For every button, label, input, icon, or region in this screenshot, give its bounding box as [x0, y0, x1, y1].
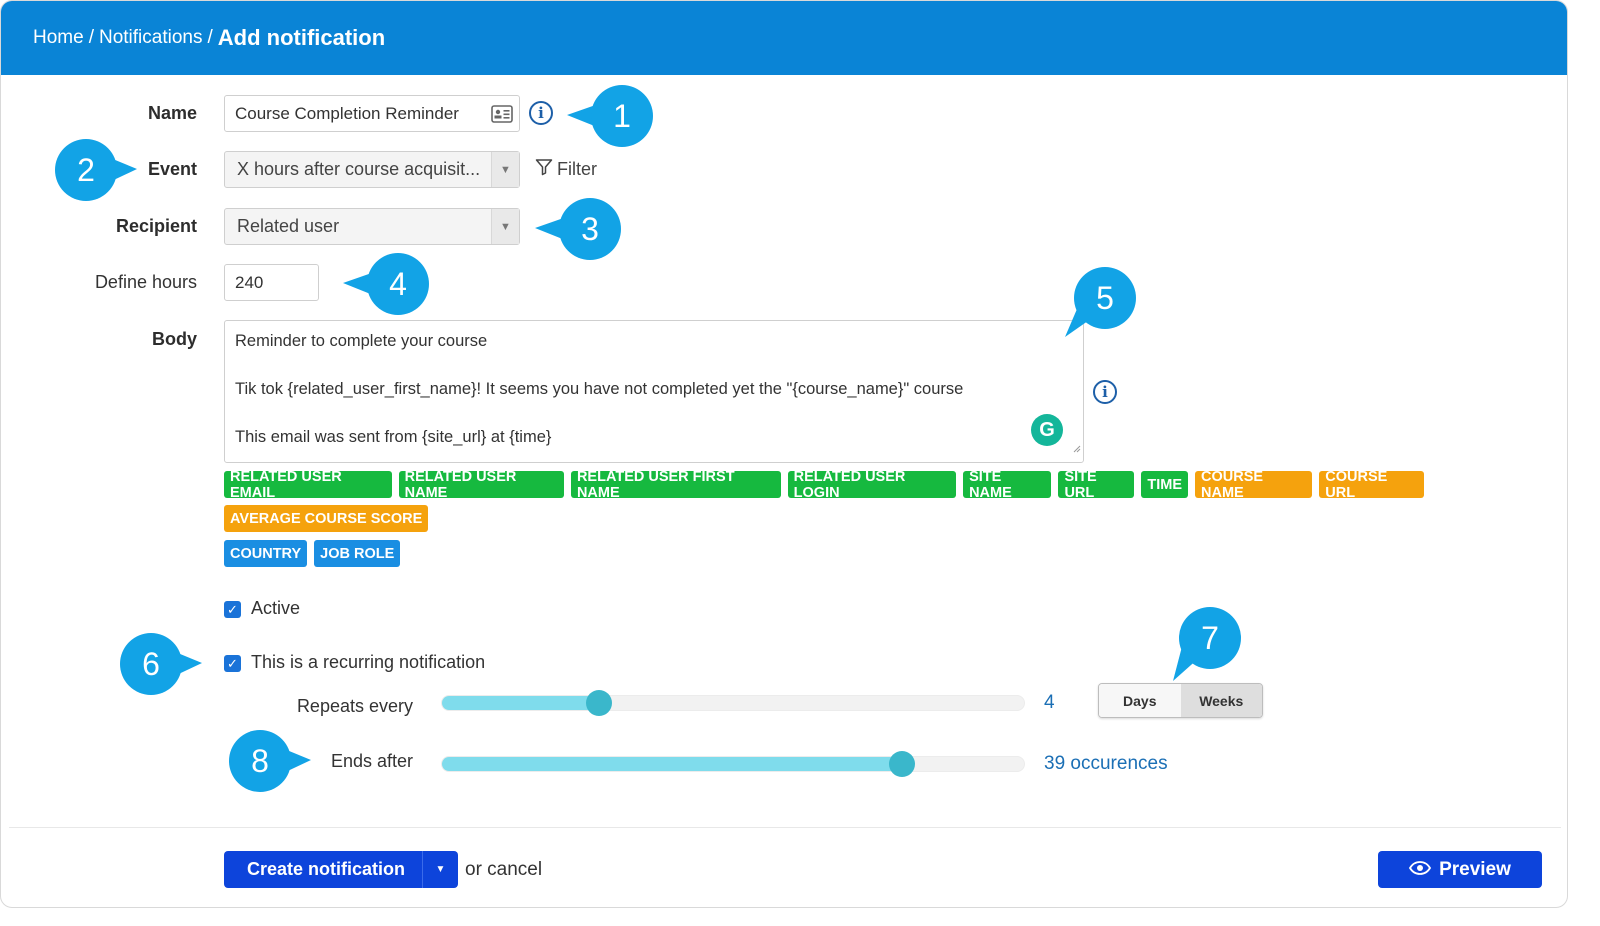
tag-related-user-name[interactable]: RELATED USER NAME	[398, 469, 564, 501]
unit-toggle: Days Weeks	[1098, 683, 1263, 718]
hours-input[interactable]: 240	[224, 264, 319, 301]
repeats-slider[interactable]	[441, 690, 1025, 716]
recurring-checkbox[interactable]: ✓	[224, 655, 241, 672]
unit-weeks-button[interactable]: Weeks	[1180, 684, 1262, 717]
name-input[interactable]: Course Completion Reminder	[224, 95, 520, 132]
recurring-label: This is a recurring notification	[251, 652, 486, 672]
caret-down-icon: ▼	[491, 209, 519, 244]
active-checkbox[interactable]: ✓	[224, 601, 241, 618]
filter-button[interactable]: Filter	[535, 158, 597, 181]
footer-divider	[9, 827, 1561, 828]
tag-course-url[interactable]: COURSE URL	[1319, 469, 1425, 501]
cancel-link[interactable]: or cancel	[465, 859, 542, 881]
name-label: Name	[147, 103, 197, 123]
tag-country[interactable]: COUNTRY	[224, 540, 308, 567]
body-line: This email was sent from {site_url} at {…	[235, 428, 552, 446]
recipient-select-value: Related user	[237, 216, 340, 236]
tag-related-user-login[interactable]: RELATED USER LOGIN	[787, 469, 957, 501]
repeats-value: 4	[1044, 692, 1055, 713]
unit-days-button[interactable]: Days	[1099, 684, 1181, 717]
breadcrumb-notifications[interactable]: Notifications	[99, 27, 203, 49]
breadcrumb-separator: /	[88, 27, 94, 48]
body-line: Tik tok {related_user_first_name}! It se…	[235, 380, 964, 398]
tag-job-role[interactable]: JOB ROLE	[314, 540, 401, 567]
tag-related-user-email[interactable]: RELATED USER EMAIL	[224, 469, 392, 501]
checkmark-icon: ✓	[227, 601, 238, 617]
ends-slider-fill	[442, 757, 902, 771]
ends-value: 39 occurences	[1044, 753, 1168, 774]
grammarly-icon[interactable]: G	[1031, 414, 1063, 446]
filter-label: Filter	[557, 159, 597, 179]
checkmark-icon: ✓	[227, 655, 238, 671]
placeholder-tags-row: RELATED USER EMAIL RELATED USER NAME REL…	[224, 469, 1425, 501]
tag-time[interactable]: TIME	[1141, 471, 1189, 498]
caret-down-icon: ▼	[491, 152, 519, 187]
body-label: Body	[152, 329, 197, 349]
repeats-label: Repeats every	[296, 696, 413, 716]
body-line	[235, 401, 1073, 425]
create-notification-button[interactable]: Create notification ▼	[224, 851, 458, 888]
body-line	[235, 353, 1073, 377]
recipient-select[interactable]: Related user ▼	[224, 208, 520, 245]
eye-icon	[1409, 859, 1432, 881]
info-icon[interactable]: i	[529, 101, 553, 125]
header-bar: Home / Notifications / Add notification	[1, 1, 1567, 75]
tag-related-user-first-name[interactable]: RELATED USER FIRST NAME	[570, 469, 781, 501]
repeats-slider-fill	[442, 696, 600, 710]
active-label: Active	[251, 598, 301, 618]
resize-handle-icon[interactable]	[1073, 436, 1081, 460]
event-select-value: X hours after course acquisit...	[237, 159, 481, 179]
ends-slider-thumb[interactable]	[888, 751, 915, 777]
hours-input-value: 240	[235, 272, 264, 292]
event-select[interactable]: X hours after course acquisit... ▼	[224, 151, 520, 188]
tag-site-name[interactable]: SITE NAME	[963, 469, 1052, 501]
name-input-value: Course Completion Reminder	[235, 103, 459, 123]
body-textarea[interactable]: Reminder to complete your course Tik tok…	[224, 320, 1084, 463]
body-line: Reminder to complete your course	[235, 332, 488, 350]
caret-down-icon[interactable]: ▼	[422, 851, 458, 888]
preview-label: Preview	[1439, 858, 1511, 880]
ends-slider[interactable]	[441, 751, 1025, 777]
notification-form-window: Home / Notifications / Add notification …	[0, 0, 1568, 908]
page-title: Add notification	[217, 25, 386, 50]
placeholder-tags-row: AVERAGE COURSE SCORE	[224, 505, 1424, 532]
breadcrumb-home[interactable]: Home	[33, 27, 84, 49]
hours-label: Define hours	[94, 272, 197, 292]
contact-card-icon	[491, 105, 513, 128]
repeats-slider-thumb[interactable]	[586, 690, 613, 716]
tag-average-course-score[interactable]: AVERAGE COURSE SCORE	[224, 505, 429, 532]
create-notification-label: Create notification	[247, 859, 406, 879]
tag-site-url[interactable]: SITE URL	[1058, 469, 1135, 501]
filter-icon	[535, 158, 553, 181]
tag-course-name[interactable]: COURSE NAME	[1195, 469, 1313, 501]
placeholder-tags-row: COUNTRY JOB ROLE	[224, 540, 1424, 567]
recipient-label: Recipient	[115, 216, 197, 236]
preview-button[interactable]: Preview	[1378, 851, 1542, 888]
breadcrumb-separator: /	[207, 27, 213, 48]
info-icon[interactable]: i	[1093, 380, 1117, 404]
